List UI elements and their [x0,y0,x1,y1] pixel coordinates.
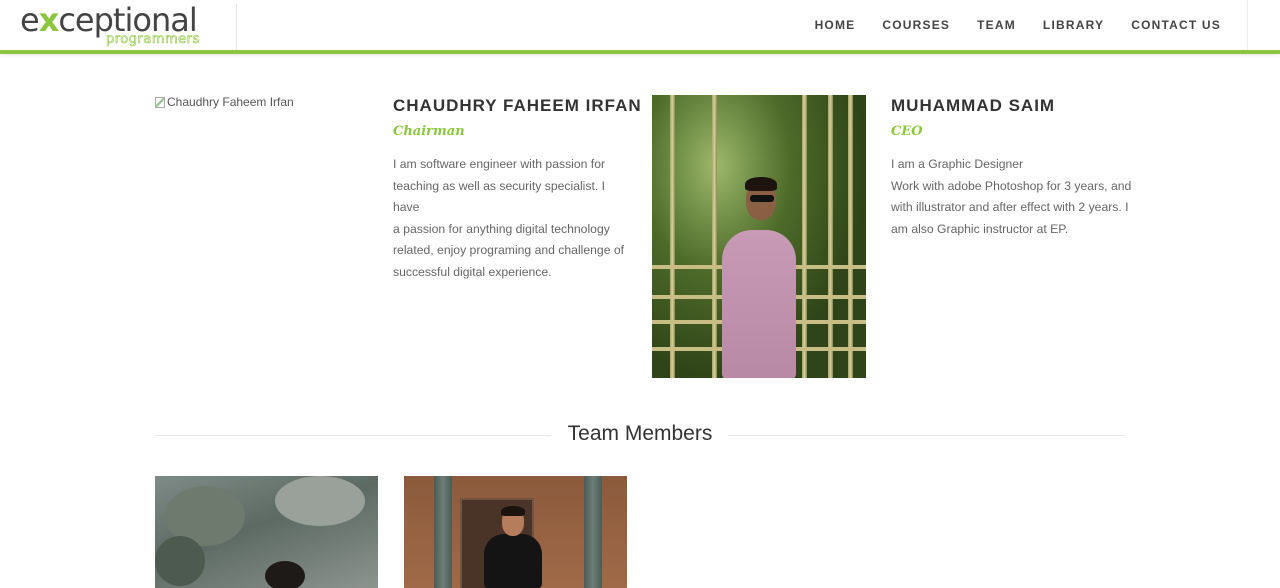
broken-image-icon [155,96,165,108]
ceo-role: CEO [891,124,923,139]
nav-divider [1247,0,1248,50]
heading-divider-left [155,435,551,436]
chairman-name: CHAUDHRY FAHEEM IRFAN [393,96,642,115]
chairman-photo-alt: Chaudhry Faheem Irfan [167,95,294,109]
logo-tagline: programmers [106,32,200,47]
nav-contact-us[interactable]: CONTACT US [1117,18,1247,32]
logo[interactable]: exceptional programmers [14,4,237,50]
chairman-photo-broken: Chaudhry Faheem Irfan [155,95,294,109]
team-member-photo [155,476,378,588]
nav-home[interactable]: HOME [801,18,869,32]
ceo-bio: I am a Graphic Designer Work with adobe … [891,157,1132,236]
team-member-photo [404,476,627,588]
chairman-bio: I am software engineer with passion for … [393,157,625,279]
team-members-heading: Team Members [567,422,713,445]
heading-divider-right [728,435,1125,436]
ceo-photo [652,95,866,378]
main-nav: HOME COURSES TEAM LIBRARY CONTACT US [801,0,1247,50]
chairman-role: Chairman [393,124,465,139]
nav-courses[interactable]: COURSES [868,18,963,32]
nav-team[interactable]: TEAM [963,18,1029,32]
site-header: exceptional programmers HOME COURSES TEA… [0,0,1280,54]
ceo-name: MUHAMMAD SAIM [891,96,1056,115]
nav-library[interactable]: LIBRARY [1029,18,1117,32]
